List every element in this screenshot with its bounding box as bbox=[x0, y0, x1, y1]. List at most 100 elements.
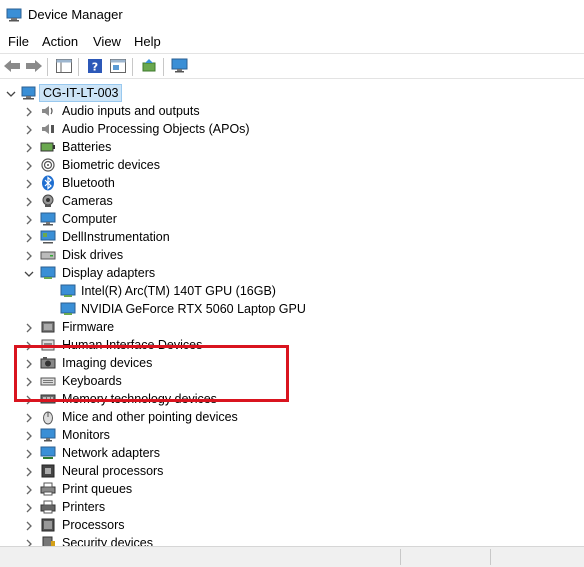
forward-arrow-icon[interactable] bbox=[24, 57, 44, 75]
firmware-icon bbox=[40, 319, 56, 335]
print-queue-icon bbox=[40, 481, 56, 497]
display-adapter-item[interactable]: Intel(R) Arc(TM) 140T GPU (16GB) bbox=[0, 282, 584, 300]
tree-category[interactable]: Audio inputs and outputs bbox=[0, 102, 584, 120]
chevron-right-icon[interactable] bbox=[23, 213, 35, 225]
back-arrow-icon[interactable] bbox=[2, 57, 22, 75]
tree-category-label: Keyboards bbox=[62, 374, 122, 388]
tree-category-label: Audio Processing Objects (APOs) bbox=[62, 122, 250, 136]
tree-category-label: Audio inputs and outputs bbox=[62, 104, 200, 118]
chevron-right-icon[interactable] bbox=[23, 177, 35, 189]
properties-icon[interactable] bbox=[108, 57, 128, 75]
camera-icon bbox=[40, 193, 56, 209]
tree-category-label: Print queues bbox=[62, 482, 133, 496]
memory-device-icon bbox=[40, 391, 56, 407]
display-adapter-label: Intel(R) Arc(TM) 140T GPU (16GB) bbox=[81, 284, 276, 298]
tree-root[interactable]: CG-IT-LT-003 bbox=[0, 84, 584, 102]
tree-root-label[interactable]: CG-IT-LT-003 bbox=[39, 84, 123, 102]
bluetooth-icon bbox=[40, 175, 56, 191]
tree-category-label: Memory technology devices bbox=[62, 392, 217, 406]
tree-category[interactable]: Biometric devices bbox=[0, 156, 584, 174]
chevron-right-icon[interactable] bbox=[23, 519, 35, 531]
tree-category[interactable]: Keyboards bbox=[0, 372, 584, 390]
chevron-right-icon[interactable] bbox=[23, 483, 35, 495]
tree-category[interactable]: Cameras bbox=[0, 192, 584, 210]
tree-category[interactable]: Firmware bbox=[0, 318, 584, 336]
menu-file[interactable]: File bbox=[8, 34, 29, 49]
menu-action[interactable]: Action bbox=[42, 34, 78, 49]
chevron-right-icon[interactable] bbox=[23, 465, 35, 477]
device-manager-icon bbox=[6, 8, 22, 27]
svg-text:?: ? bbox=[92, 61, 98, 74]
chevron-right-icon[interactable] bbox=[23, 195, 35, 207]
imaging-device-icon bbox=[40, 355, 56, 371]
tree-category-label: Printers bbox=[62, 500, 106, 514]
monitor-icon bbox=[40, 427, 56, 443]
chevron-right-icon[interactable] bbox=[23, 537, 35, 546]
update-driver-icon[interactable] bbox=[139, 57, 159, 75]
window-title: Device Manager bbox=[28, 7, 123, 22]
tree-category[interactable]: Audio Processing Objects (APOs) bbox=[0, 120, 584, 138]
chevron-right-icon[interactable] bbox=[23, 141, 35, 153]
tree-category[interactable]: Imaging devices bbox=[0, 354, 584, 372]
tree-category[interactable]: Neural processors bbox=[0, 462, 584, 480]
scan-hardware-icon[interactable] bbox=[170, 57, 190, 75]
tree-category[interactable]: Display adapters bbox=[0, 264, 584, 282]
chevron-right-icon[interactable] bbox=[23, 375, 35, 387]
hid-icon bbox=[40, 337, 56, 353]
tree-category[interactable]: Network adapters bbox=[0, 444, 584, 462]
chevron-right-icon[interactable] bbox=[23, 357, 35, 369]
chevron-right-icon[interactable] bbox=[23, 339, 35, 351]
tree-category[interactable]: Printers bbox=[0, 498, 584, 516]
tree-category[interactable]: Processors bbox=[0, 516, 584, 534]
tree-category-label: Biometric devices bbox=[62, 158, 160, 172]
keyboard-icon bbox=[40, 373, 56, 389]
chevron-right-icon[interactable] bbox=[23, 411, 35, 423]
tree-category[interactable]: Monitors bbox=[0, 426, 584, 444]
tree-category-label: Firmware bbox=[62, 320, 115, 334]
tree-category[interactable]: Bluetooth bbox=[0, 174, 584, 192]
tree-category-label: Imaging devices bbox=[62, 356, 153, 370]
tree-category[interactable]: Human Interface Devices bbox=[0, 336, 584, 354]
mouse-icon bbox=[40, 409, 56, 425]
tree-category[interactable]: Security devices bbox=[0, 534, 584, 546]
chevron-right-icon[interactable] bbox=[23, 501, 35, 513]
disk-drive-icon bbox=[40, 247, 56, 263]
menu-bar: File Action View Help bbox=[0, 30, 584, 52]
processor-icon bbox=[40, 517, 56, 533]
toolbar: ? bbox=[0, 53, 584, 79]
chevron-right-icon[interactable] bbox=[23, 159, 35, 171]
tree-category[interactable]: Disk drives bbox=[0, 246, 584, 264]
chevron-right-icon[interactable] bbox=[23, 447, 35, 459]
tree-category[interactable]: Memory technology devices bbox=[0, 390, 584, 408]
tree-category[interactable]: DellInstrumentation bbox=[0, 228, 584, 246]
tree-category-label: Mice and other pointing devices bbox=[62, 410, 238, 424]
display-adapter-label: NVIDIA GeForce RTX 5060 Laptop GPU bbox=[81, 302, 306, 316]
chevron-right-icon[interactable] bbox=[23, 231, 35, 243]
chevron-right-icon[interactable] bbox=[23, 123, 35, 135]
show-hide-console-tree-icon[interactable] bbox=[54, 57, 74, 75]
chevron-down-icon[interactable] bbox=[5, 87, 17, 99]
display-adapter-icon bbox=[60, 283, 76, 299]
chevron-right-icon[interactable] bbox=[23, 105, 35, 117]
tree-category-label: DellInstrumentation bbox=[62, 230, 170, 244]
chevron-right-icon[interactable] bbox=[23, 393, 35, 405]
chevron-right-icon[interactable] bbox=[23, 249, 35, 261]
network-adapter-icon bbox=[40, 445, 56, 461]
speaker-icon bbox=[40, 103, 56, 119]
display-adapter-item[interactable]: NVIDIA GeForce RTX 5060 Laptop GPU bbox=[0, 300, 584, 318]
menu-view[interactable]: View bbox=[93, 34, 121, 49]
tree-category-label: Human Interface Devices bbox=[62, 338, 203, 352]
tree-category-label: Disk drives bbox=[62, 248, 124, 262]
help-icon[interactable]: ? bbox=[85, 57, 105, 75]
chevron-right-icon[interactable] bbox=[23, 321, 35, 333]
tree-category-label: Computer bbox=[62, 212, 117, 226]
chevron-down-icon[interactable] bbox=[23, 267, 35, 279]
chevron-right-icon[interactable] bbox=[23, 429, 35, 441]
printer-icon bbox=[40, 499, 56, 515]
tree-category[interactable]: Computer bbox=[0, 210, 584, 228]
tree-category[interactable]: Mice and other pointing devices bbox=[0, 408, 584, 426]
tree-category-label: Network adapters bbox=[62, 446, 160, 460]
menu-help[interactable]: Help bbox=[134, 34, 161, 49]
tree-category[interactable]: Print queues bbox=[0, 480, 584, 498]
tree-category[interactable]: Batteries bbox=[0, 138, 584, 156]
